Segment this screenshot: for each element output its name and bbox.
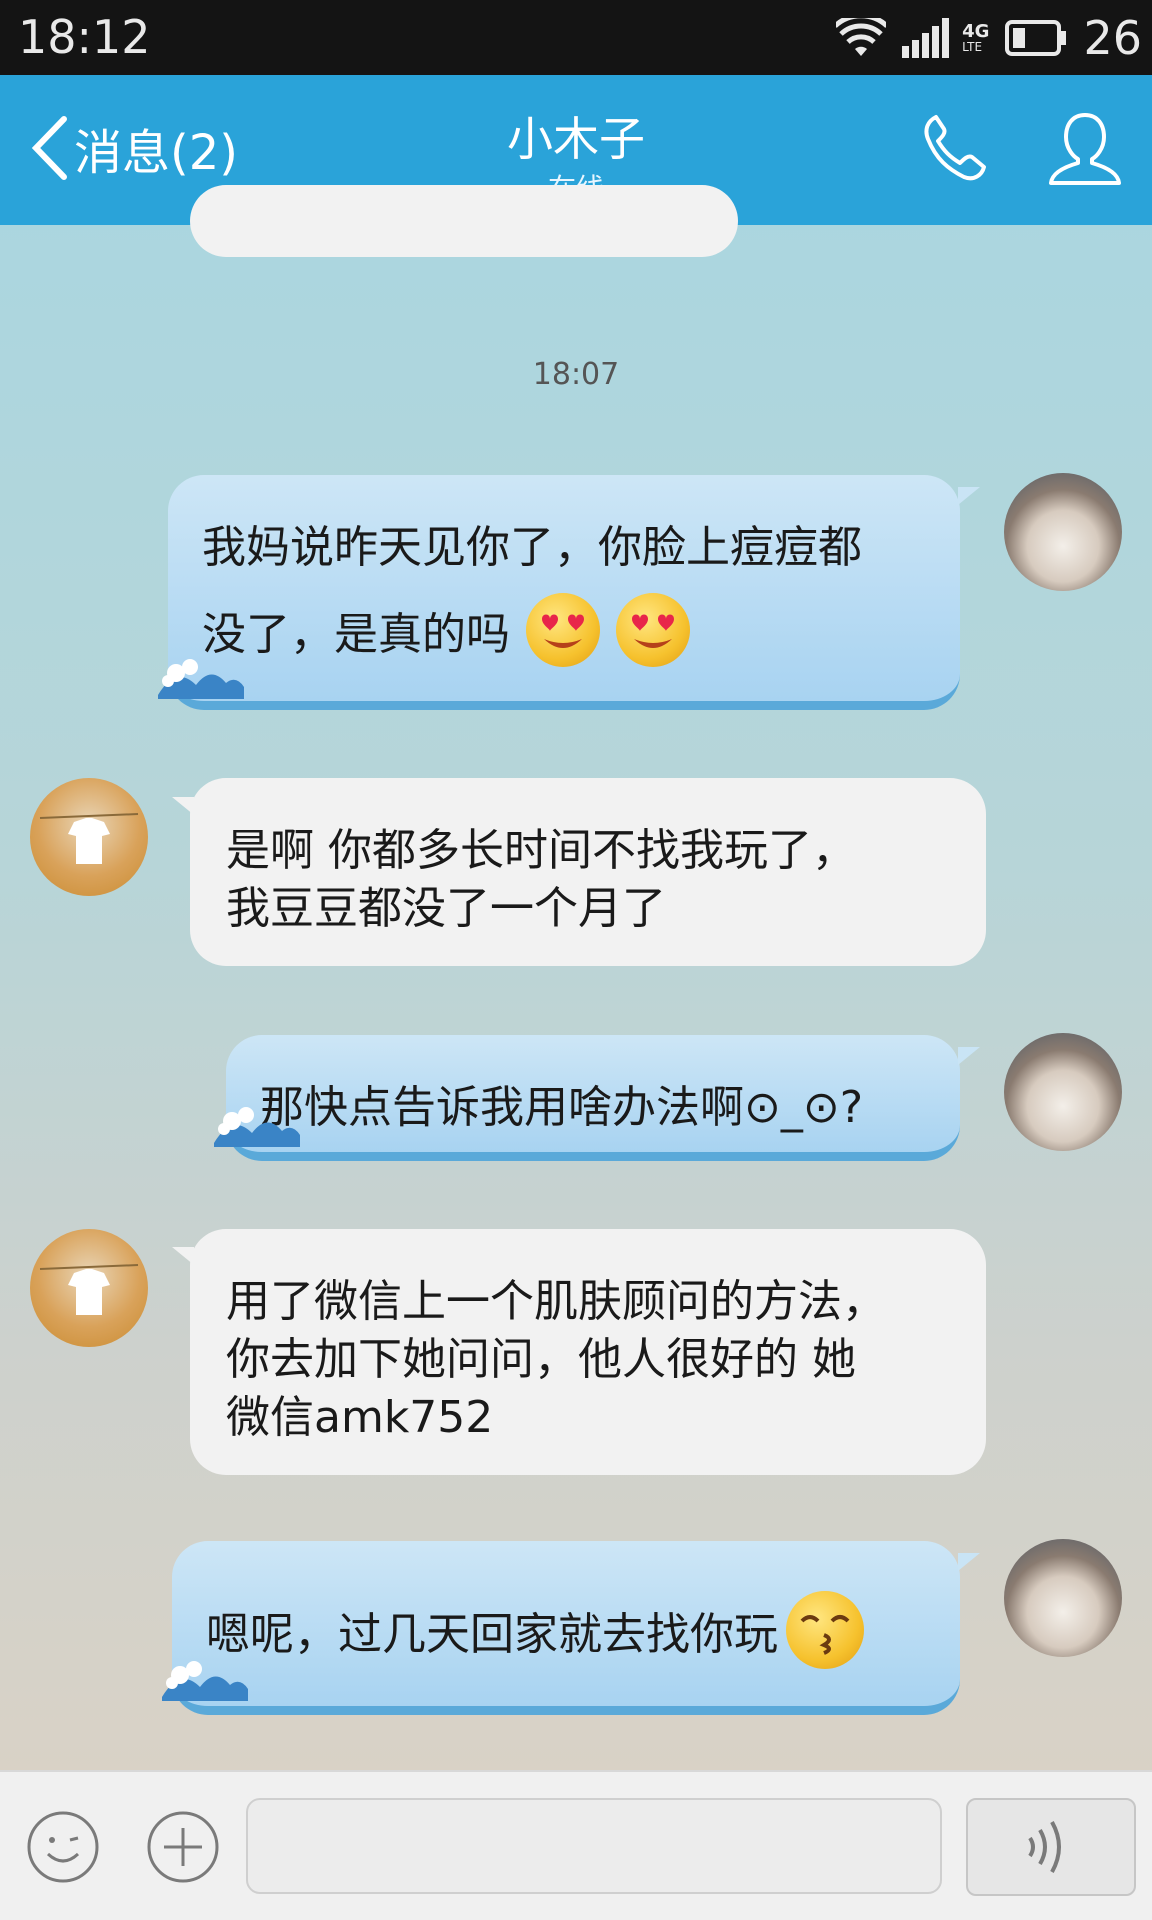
message-text: 微信amk752 xyxy=(226,1392,494,1443)
message-bubble-incoming[interactable]: 用了微信上一个肌肤顾问的方法， 你去加下她问问，他人很好的 她 微信amk752 xyxy=(190,1229,986,1475)
status-bar: 18:12 4G LTE 26 xyxy=(0,0,1152,75)
message-list[interactable]: 18:07 我妈说昨天见你了，你脸上痘痘都 没了，是真的吗 是啊 你都多长时间不… xyxy=(0,185,1152,1770)
contact-avatar[interactable] xyxy=(30,778,148,896)
message-text: 没了，是真的吗 xyxy=(202,593,690,667)
chat-screen: 18:12 4G LTE 26 消息(2) 小木子 18:07 我妈说昨天见你了… xyxy=(0,0,1152,1920)
input-bar xyxy=(0,1770,1152,1920)
message-text: 我豆豆都没了一个月了 xyxy=(226,883,666,934)
message-text: 嗯呢，过几天回家就去找你玩 xyxy=(206,1591,864,1669)
shirt-icon xyxy=(39,1264,139,1315)
message-text: 你去加下她问问，他人很好的 她 xyxy=(226,1334,856,1385)
status-time: 18:12 xyxy=(18,10,151,64)
kissing-emoji xyxy=(786,1591,864,1669)
wifi-icon xyxy=(836,18,887,56)
plus-icon[interactable] xyxy=(146,1810,220,1884)
message-text: 那快点告诉我用啥办法啊⊙_⊙? xyxy=(260,1082,864,1133)
bubble-tail xyxy=(958,487,980,505)
wave-decoration xyxy=(158,659,244,699)
profile-icon[interactable] xyxy=(1048,111,1122,185)
shirt-icon xyxy=(39,813,139,864)
timestamp: 18:07 xyxy=(532,357,620,392)
phone-icon[interactable] xyxy=(918,111,990,183)
bubble-tail xyxy=(958,1047,980,1065)
wave-decoration xyxy=(214,1107,300,1147)
bubble-tail xyxy=(958,1553,980,1571)
message-bubble-outgoing[interactable]: 那快点告诉我用啥办法啊⊙_⊙? xyxy=(226,1035,960,1161)
contact-avatar[interactable] xyxy=(30,1229,148,1347)
heart-eyes-emoji xyxy=(616,593,690,667)
network-type: 4G LTE xyxy=(962,21,990,54)
message-text: 我妈说昨天见你了，你脸上痘痘都 xyxy=(202,522,862,573)
battery-icon xyxy=(1005,20,1067,56)
message-text: 是啊 你都多长时间不找我玩了， xyxy=(226,825,856,876)
message-bubble-incoming[interactable]: 是啊 你都多长时间不找我玩了， 我豆豆都没了一个月了 xyxy=(190,778,986,966)
status-icons: 4G LTE 26 xyxy=(836,10,1142,66)
emoji-icon[interactable] xyxy=(26,1810,100,1884)
previous-message-bubble xyxy=(190,185,738,257)
battery-level: 26 xyxy=(1083,11,1142,65)
message-bubble-outgoing[interactable]: 嗯呢，过几天回家就去找你玩 xyxy=(172,1541,960,1715)
wave-decoration xyxy=(162,1661,248,1701)
message-bubble-outgoing[interactable]: 我妈说昨天见你了，你脸上痘痘都 没了，是真的吗 xyxy=(168,475,960,710)
message-input[interactable] xyxy=(246,1798,942,1894)
heart-eyes-emoji xyxy=(526,593,600,667)
voice-icon xyxy=(1028,1821,1061,1873)
my-avatar[interactable] xyxy=(1004,1539,1122,1657)
message-text: 用了微信上一个肌肤顾问的方法， xyxy=(226,1276,886,1327)
signal-icon xyxy=(902,18,950,58)
my-avatar[interactable] xyxy=(1004,473,1122,591)
my-avatar[interactable] xyxy=(1004,1033,1122,1151)
voice-button[interactable] xyxy=(966,1798,1136,1896)
